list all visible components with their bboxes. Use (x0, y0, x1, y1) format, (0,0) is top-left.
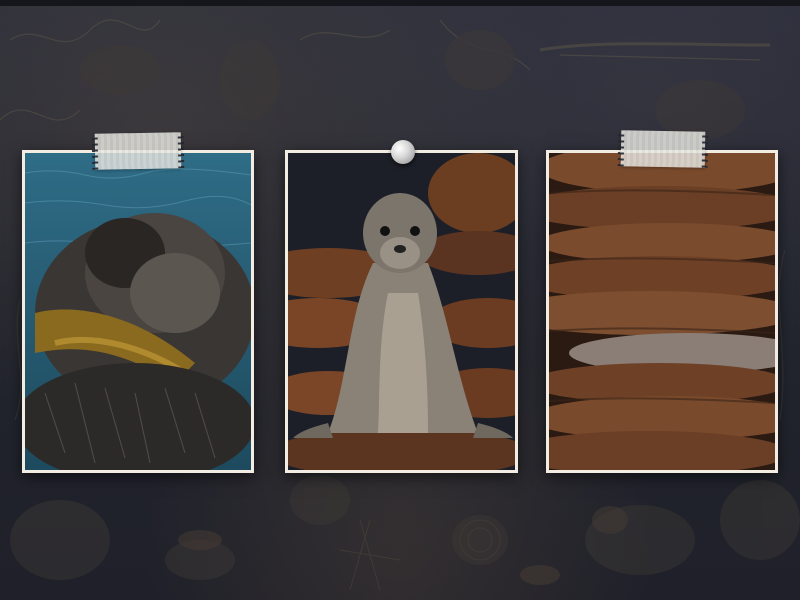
collage-stage (0, 0, 800, 600)
tape-icon (620, 130, 706, 168)
photo-sea-lion-colony[interactable] (546, 130, 778, 473)
sea-lion-pup-image (288, 153, 515, 470)
sea-otter-image (25, 153, 251, 470)
photo-sea-lion-pup[interactable] (285, 140, 518, 473)
sea-lion-colony-image (549, 153, 775, 470)
pin-icon (391, 140, 415, 164)
photo-sea-otter[interactable] (22, 132, 254, 473)
tape-icon (94, 132, 182, 170)
